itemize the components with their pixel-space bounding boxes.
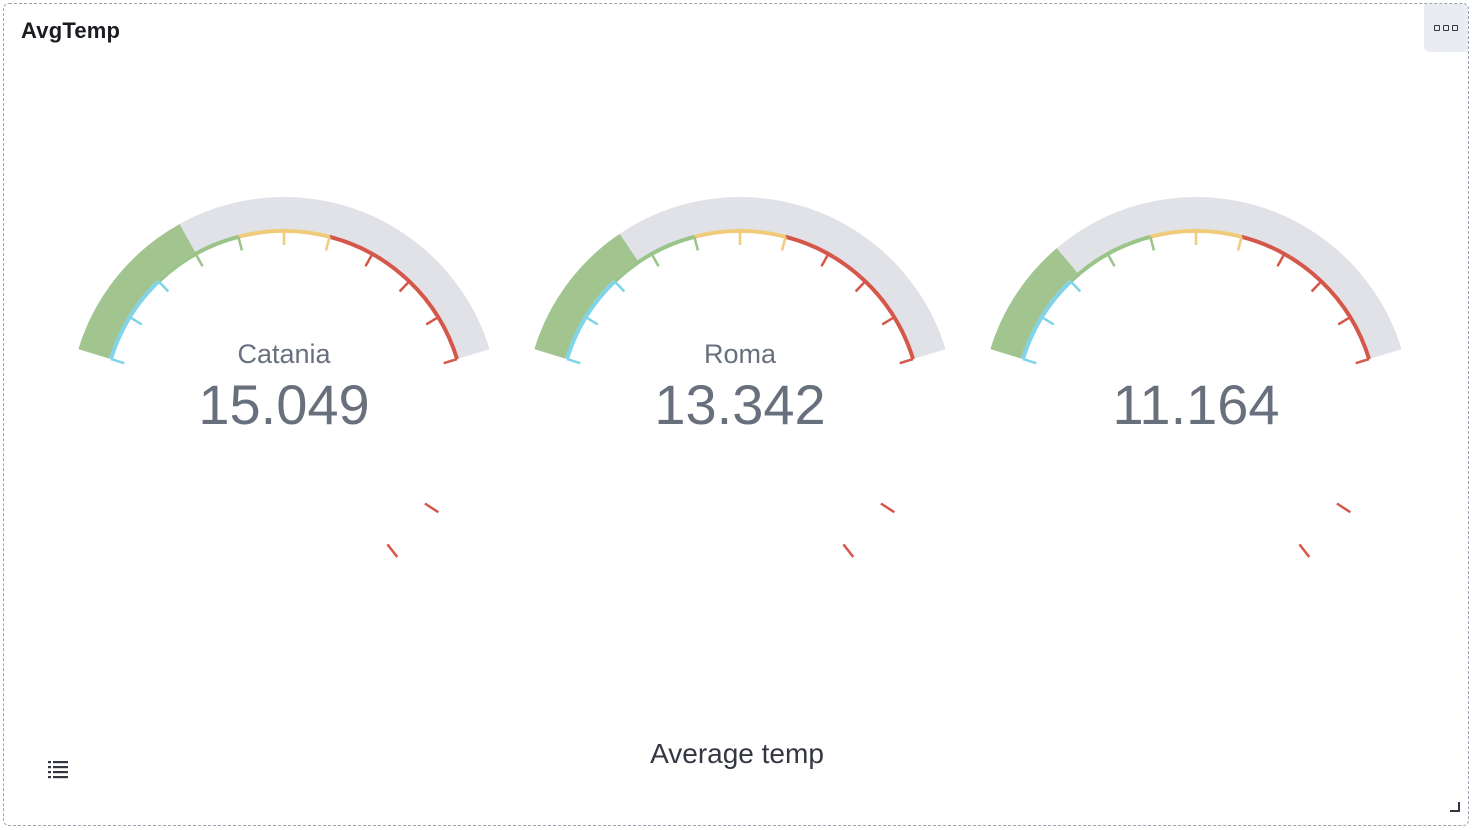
gauge-tick bbox=[324, 236, 331, 251]
gauge-chart: Catania 15.049 Roma 13.342 11.164 bbox=[78, 197, 1402, 558]
gauge-tick bbox=[386, 543, 399, 558]
gauge-tick bbox=[1236, 236, 1243, 251]
gauge: 11.164 bbox=[990, 197, 1402, 558]
gauge-tick bbox=[880, 502, 896, 514]
gauge-tick bbox=[1069, 280, 1082, 293]
gauge-tick bbox=[650, 253, 660, 267]
resize-corner-icon[interactable] bbox=[1450, 802, 1460, 812]
gauge-value-bar bbox=[78, 224, 196, 359]
gauge-value-bar bbox=[534, 233, 638, 359]
gauge: Catania 15.049 bbox=[78, 197, 490, 558]
gauge-tick bbox=[820, 253, 830, 267]
gauge-value-bar bbox=[990, 248, 1078, 359]
gauge-value: 15.049 bbox=[198, 373, 369, 436]
gauge-tick bbox=[1298, 543, 1311, 558]
gauge-tick bbox=[842, 543, 855, 558]
gauge-label: Roma bbox=[704, 339, 777, 369]
gauge-tick bbox=[693, 236, 700, 251]
gauge-tick bbox=[424, 502, 440, 514]
list-icon bbox=[48, 761, 68, 779]
gauge-tick bbox=[585, 316, 599, 326]
gauge-tick bbox=[1310, 280, 1323, 293]
gauge-tick bbox=[881, 316, 895, 326]
gauge-tick bbox=[899, 357, 914, 365]
gauge-tick bbox=[398, 280, 411, 293]
gauge-tick bbox=[1106, 253, 1116, 267]
gauge-tick bbox=[194, 253, 204, 267]
gauge-tick bbox=[1041, 316, 1055, 326]
gauge-tick bbox=[780, 236, 787, 251]
gauge-tick bbox=[1276, 253, 1286, 267]
gauge-tick bbox=[110, 357, 125, 365]
gauge-tick bbox=[1149, 236, 1156, 251]
gauge-tick bbox=[854, 280, 867, 293]
gauge-tick bbox=[364, 253, 374, 267]
gauge-tick bbox=[566, 357, 581, 365]
gauge-tick bbox=[237, 236, 244, 251]
gauge-value: 13.342 bbox=[654, 373, 825, 436]
gauge-tick bbox=[1336, 502, 1352, 514]
gauge-label: Catania bbox=[237, 339, 331, 369]
gauge-tick bbox=[129, 316, 143, 326]
gauge-tick bbox=[157, 280, 170, 293]
gauge-tick bbox=[1022, 357, 1037, 365]
chart-footer-label: Average temp bbox=[650, 738, 824, 769]
gauge-tick bbox=[613, 280, 626, 293]
legend-toggle-button[interactable] bbox=[44, 757, 74, 785]
gauge-tick bbox=[443, 357, 458, 365]
gauge-tick bbox=[1337, 316, 1351, 326]
gauge: Roma 13.342 bbox=[534, 197, 946, 558]
gauge-tick bbox=[425, 316, 439, 326]
gauge-tick bbox=[1355, 357, 1370, 365]
gauge-value: 11.164 bbox=[1112, 373, 1279, 436]
